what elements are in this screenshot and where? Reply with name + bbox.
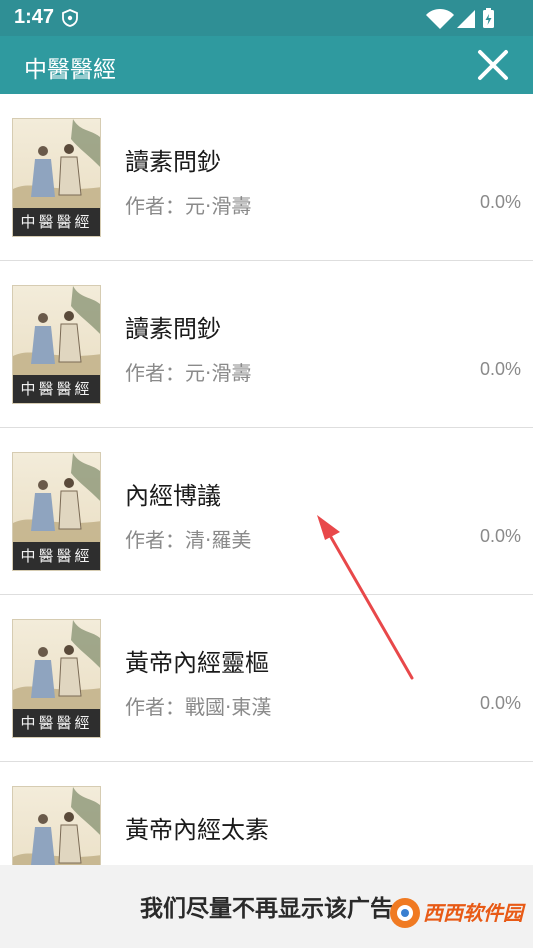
list-item[interactable]: 中醫醫經 讀素問鈔 作者：元·滑壽 0.0% <box>0 261 533 428</box>
watermark: 西西软件园 <box>387 895 523 935</box>
book-title: 黃帝內經靈樞 <box>125 649 269 677</box>
book-cover: 中醫醫經 <box>12 118 101 237</box>
book-cover <box>12 786 101 865</box>
page-title: 中醫醫經 <box>24 57 116 83</box>
battery-charging-icon <box>483 8 494 28</box>
app-bar: 中醫醫經 <box>0 36 533 94</box>
cover-label: 中醫醫經 <box>13 208 100 236</box>
cover-label: 中醫醫經 <box>13 375 100 403</box>
book-author: 作者：元·滑壽 <box>125 361 252 385</box>
book-list: 中醫醫經 讀素問鈔 作者：元·滑壽 0.0% 中醫醫經 讀素問鈔 作者：元·滑壽… <box>0 94 533 865</box>
book-title: 黃帝內經太素 <box>125 816 269 844</box>
status-icons <box>426 8 494 29</box>
cover-label: 中醫醫經 <box>13 709 100 737</box>
status-bar: 1:47 <box>0 0 533 36</box>
close-icon[interactable] <box>475 47 511 83</box>
watermark-logo-icon <box>390 898 420 928</box>
wifi-icon <box>426 9 454 29</box>
reading-progress: 0.0% <box>479 526 521 546</box>
scholars-painting-icon <box>13 787 100 865</box>
book-cover: 中醫醫經 <box>12 619 101 738</box>
book-author: 作者：元·滑壽 <box>125 194 252 218</box>
reading-progress: 0.0% <box>479 693 521 713</box>
status-time: 1:47 <box>14 6 55 28</box>
list-item[interactable]: 中醫醫經 內經博議 作者：清·羅美 0.0% <box>0 428 533 595</box>
book-cover: 中醫醫經 <box>12 452 101 571</box>
shield-icon <box>62 9 78 27</box>
book-title: 讀素問鈔 <box>125 315 221 343</box>
book-author: 作者：清·羅美 <box>125 528 252 552</box>
cover-label: 中醫醫經 <box>13 542 100 570</box>
book-title: 讀素問鈔 <box>125 148 221 176</box>
list-item[interactable]: 中醫醫經 黃帝內經靈樞 作者：戰國·東漢 0.0% <box>0 595 533 762</box>
signal-icon <box>457 10 475 28</box>
book-cover: 中醫醫經 <box>12 285 101 404</box>
watermark-text: 西西软件园 <box>423 901 523 925</box>
reading-progress: 0.0% <box>479 359 521 379</box>
reading-progress: 0.0% <box>479 192 521 212</box>
list-item[interactable]: 中醫醫經 讀素問鈔 作者：元·滑壽 0.0% <box>0 94 533 261</box>
book-title: 內經博議 <box>125 482 221 510</box>
book-author: 作者：戰國·東漢 <box>125 695 272 719</box>
list-item[interactable]: 黃帝內經太素 <box>0 762 533 865</box>
ad-banner[interactable]: 我们尽量不再显示该广告 西西软件园 <box>0 865 533 948</box>
